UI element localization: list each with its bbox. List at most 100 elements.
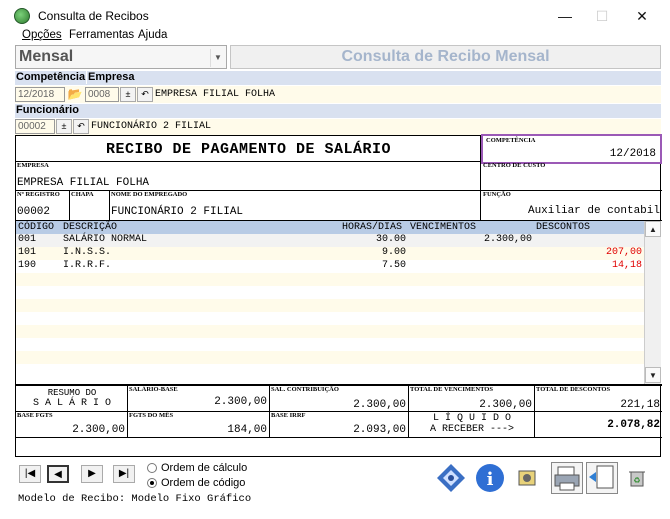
menu-bar: Opções Ferramentas Ajuda xyxy=(0,29,670,45)
mode-select[interactable]: Mensal ▼ xyxy=(15,45,227,69)
last-record-icon[interactable]: ▶| xyxy=(113,465,135,483)
receipt: RECIBO DE PAGAMENTO DE SALÁRIO COMPETÊNC… xyxy=(15,134,662,457)
fgts-mes-label: FGTS DO MÊS xyxy=(129,412,174,419)
receipt-empresa-label: EMPRESA xyxy=(17,162,49,169)
fgts-mes-value: 184,00 xyxy=(227,424,267,436)
menu-ajuda[interactable]: Ajuda xyxy=(138,29,167,41)
app-icon xyxy=(14,8,30,24)
table-row[interactable]: 190 I.R.R.F. 7.50 14,18 xyxy=(16,260,644,273)
base-irrf-value: 2.093,00 xyxy=(353,424,406,436)
base-irrf-cell: BASE IRRF 2.093,00 xyxy=(270,412,409,438)
menu-ferramentas[interactable]: Ferramentas xyxy=(69,29,134,41)
col-vencimentos: VENCIMENTOS xyxy=(410,222,477,233)
navigate-icon[interactable] xyxy=(435,462,467,494)
total-venc-label: TOTAL DE VENCIMENTOS xyxy=(410,386,493,393)
funcao-label: FUNÇÃO xyxy=(483,191,511,198)
scroll-down-icon[interactable]: ▼ xyxy=(645,367,661,383)
liquido-line1: L Í Q U I D O xyxy=(432,413,511,424)
order-calc-radio[interactable] xyxy=(147,463,157,473)
receipt-title: RECIBO DE PAGAMENTO DE SALÁRIO xyxy=(105,141,392,158)
empresa-code-field[interactable]: 0008 xyxy=(85,87,119,102)
stepper-icon[interactable]: ± xyxy=(56,119,72,134)
settings-icon[interactable] xyxy=(515,466,539,490)
cell-horas: 30.00 xyxy=(375,234,406,245)
col-descricao: DESCRIÇÃO xyxy=(63,222,118,233)
cell-vencimentos: 2.300,00 xyxy=(483,234,532,245)
base-fgts-label: BASE FGTS xyxy=(17,412,53,419)
first-record-icon[interactable]: |◀ xyxy=(19,465,41,483)
scroll-up-icon[interactable]: ▲ xyxy=(645,221,661,237)
undo-icon[interactable]: ↶ xyxy=(73,119,89,134)
chevron-down-icon[interactable]: ▼ xyxy=(210,49,225,67)
receipt-title-cell: RECIBO DE PAGAMENTO DE SALÁRIO xyxy=(16,136,481,162)
base-irrf-label: BASE IRRF xyxy=(271,412,306,419)
registro-cell: Nº REGISTRO 00002 xyxy=(16,191,70,221)
resumo-cell: RESUMO DO S A L Á R I O xyxy=(16,386,128,412)
window-title: Consulta de Recibos xyxy=(38,9,149,23)
col-horas: HORAS/DIAS xyxy=(342,222,403,233)
total-desc-cell: TOTAL DE DESCONTOS 221,18 xyxy=(535,386,662,412)
print-icon[interactable] xyxy=(551,462,583,494)
total-desc-label: TOTAL DE DESCONTOS xyxy=(536,386,611,393)
grid-scrollbar[interactable]: ▲ ▼ xyxy=(644,221,661,384)
cell-descricao: I.N.S.S. xyxy=(63,247,112,258)
filter-row-funcionario: 00002 ± ↶ FUNCIONÁRIO 2 FILIAL xyxy=(15,119,661,135)
empresa-label: Empresa xyxy=(86,71,135,84)
minimize-button[interactable]: — xyxy=(547,4,583,28)
svg-text:i: i xyxy=(487,469,494,490)
order-calc-label: Ordem de cálculo xyxy=(161,462,248,474)
svg-text:♻: ♻ xyxy=(633,476,640,485)
centro-cell: CENTRO DE CUSTO xyxy=(481,162,662,191)
total-desc-value: 221,18 xyxy=(620,399,660,411)
table-row[interactable]: 101 I.N.S.S. 9.00 207,00 xyxy=(16,247,644,260)
total-venc-cell: TOTAL DE VENCIMENTOS 2.300,00 xyxy=(409,386,535,412)
receipt-competencia-label: COMPETÊNCIA xyxy=(486,137,536,144)
folder-icon[interactable]: 📂 xyxy=(67,86,83,102)
filter-row-empresa: 12/2018 📂 0008 ± ↶ EMPRESA FILIAL FOLHA xyxy=(15,86,661,103)
menu-opcoes[interactable]: Opções xyxy=(22,29,62,41)
empresa-name: EMPRESA FILIAL FOLHA xyxy=(155,89,276,100)
status-text: Modelo de Recibo: Modelo Fixo Gráfico xyxy=(18,493,252,505)
funcionario-code-field[interactable]: 00002 xyxy=(15,119,55,134)
cell-descontos: 207,00 xyxy=(605,247,642,258)
funcao-value: Auxiliar de contabil xyxy=(527,205,660,217)
stepper-icon[interactable]: ± xyxy=(120,87,136,102)
cell-descricao: I.R.R.F. xyxy=(63,260,112,271)
bottom-bar: |◀ ◀ ▶ ▶| Ordem de cálculo Ordem de códi… xyxy=(15,457,661,507)
empresa-cell: EMPRESA EMPRESA FILIAL FOLHA xyxy=(16,162,481,191)
total-venc-value: 2.300,00 xyxy=(479,399,532,411)
centro-label: CENTRO DE CUSTO xyxy=(483,162,546,169)
liquido-line2: A RECEBER ---> xyxy=(429,424,514,435)
grid-header: CÓDIGO DESCRIÇÃO HORAS/DIAS VENCIMENTOS … xyxy=(16,221,644,234)
filter-header-band: Competência Empresa xyxy=(15,71,661,85)
close-button[interactable]: ✕ xyxy=(624,4,660,28)
resumo-line2: S A L Á R I O xyxy=(32,398,111,409)
order-code-radio[interactable] xyxy=(147,478,157,488)
competencia-box: COMPETÊNCIA 12/2018 xyxy=(481,134,662,164)
liquido-value-cell: 2.078,82 xyxy=(535,412,662,438)
sal-contrib-cell: SAL. CONTRIBUIÇÃO 2.300,00 xyxy=(270,386,409,412)
cell-codigo: 001 xyxy=(18,234,37,245)
info-icon[interactable]: i xyxy=(474,462,506,494)
salario-base-label: SALÁRIO-BASE xyxy=(129,386,178,393)
chapa-cell: CHAPA xyxy=(70,191,110,221)
liquido-value: 2.078,82 xyxy=(607,419,660,431)
registro-label: Nº REGISTRO xyxy=(17,191,60,198)
salario-base-cell: SALÁRIO-BASE 2.300,00 xyxy=(128,386,270,412)
export-icon[interactable] xyxy=(586,462,618,494)
recycle-icon[interactable]: ♻ xyxy=(625,466,649,490)
order-code-label: Ordem de código xyxy=(161,477,246,489)
liquido-label-cell: L Í Q U I D O A RECEBER ---> xyxy=(409,412,535,438)
prev-record-icon[interactable]: ◀ xyxy=(47,465,69,483)
cell-descontos: 14,18 xyxy=(611,260,642,271)
nome-label: NOME DO EMPREGADO xyxy=(111,191,188,198)
next-record-icon[interactable]: ▶ xyxy=(81,465,103,483)
maximize-button[interactable]: ☐ xyxy=(584,4,620,28)
competencia-label: Competência xyxy=(16,71,86,83)
table-row[interactable]: 001 SALÁRIO NORMAL 30.00 2.300,00 xyxy=(16,234,644,247)
col-descontos: DESCONTOS xyxy=(536,222,591,233)
resumo-line1: RESUMO DO xyxy=(47,388,97,398)
competencia-field[interactable]: 12/2018 xyxy=(15,87,65,102)
mode-title: Consulta de Recibo Mensal xyxy=(230,45,661,69)
undo-icon[interactable]: ↶ xyxy=(137,87,153,102)
